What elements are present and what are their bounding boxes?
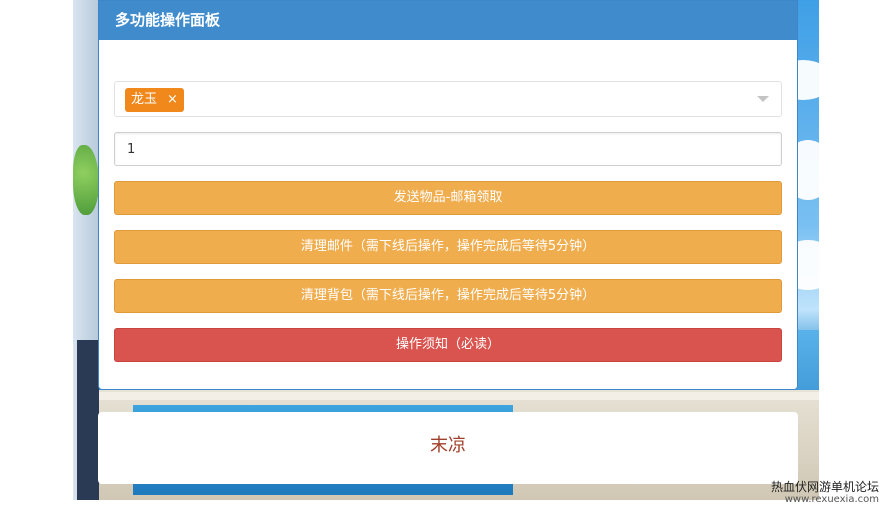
footer-card: 末凉 (98, 412, 798, 484)
watermark-url: www.rexuexia.com (784, 494, 879, 505)
watermark: 热血伏网游单机论坛 www.rexuexia.com (771, 481, 879, 505)
quantity-input[interactable] (114, 132, 782, 166)
item-select[interactable]: 龙玉 × (114, 81, 782, 117)
send-item-button[interactable]: 发送物品-邮箱领取 (114, 181, 782, 215)
watermark-title: 热血伏网游单机论坛 (770, 480, 879, 494)
background-rail (99, 392, 819, 400)
selected-item-tag: 龙玉 × (125, 88, 184, 112)
footer-text: 末凉 (430, 435, 466, 456)
clear-bag-button[interactable]: 清理背包（需下线后操作，操作完成后等待5分钟） (114, 279, 782, 313)
panel-title: 多功能操作面板 (99, 1, 797, 40)
background-sign (77, 340, 99, 500)
notice-button[interactable]: 操作须知（必读） (114, 328, 782, 362)
remove-tag-icon[interactable]: × (167, 88, 178, 112)
chevron-down-icon[interactable] (757, 96, 769, 102)
clear-mail-button[interactable]: 清理邮件（需下线后操作，操作完成后等待5分钟） (114, 230, 782, 264)
operation-panel: 多功能操作面板 龙玉 × 发送物品-邮箱领取 清理邮件（需下线后操作，操作完成后… (98, 0, 798, 390)
selected-item-label: 龙玉 (131, 92, 158, 107)
